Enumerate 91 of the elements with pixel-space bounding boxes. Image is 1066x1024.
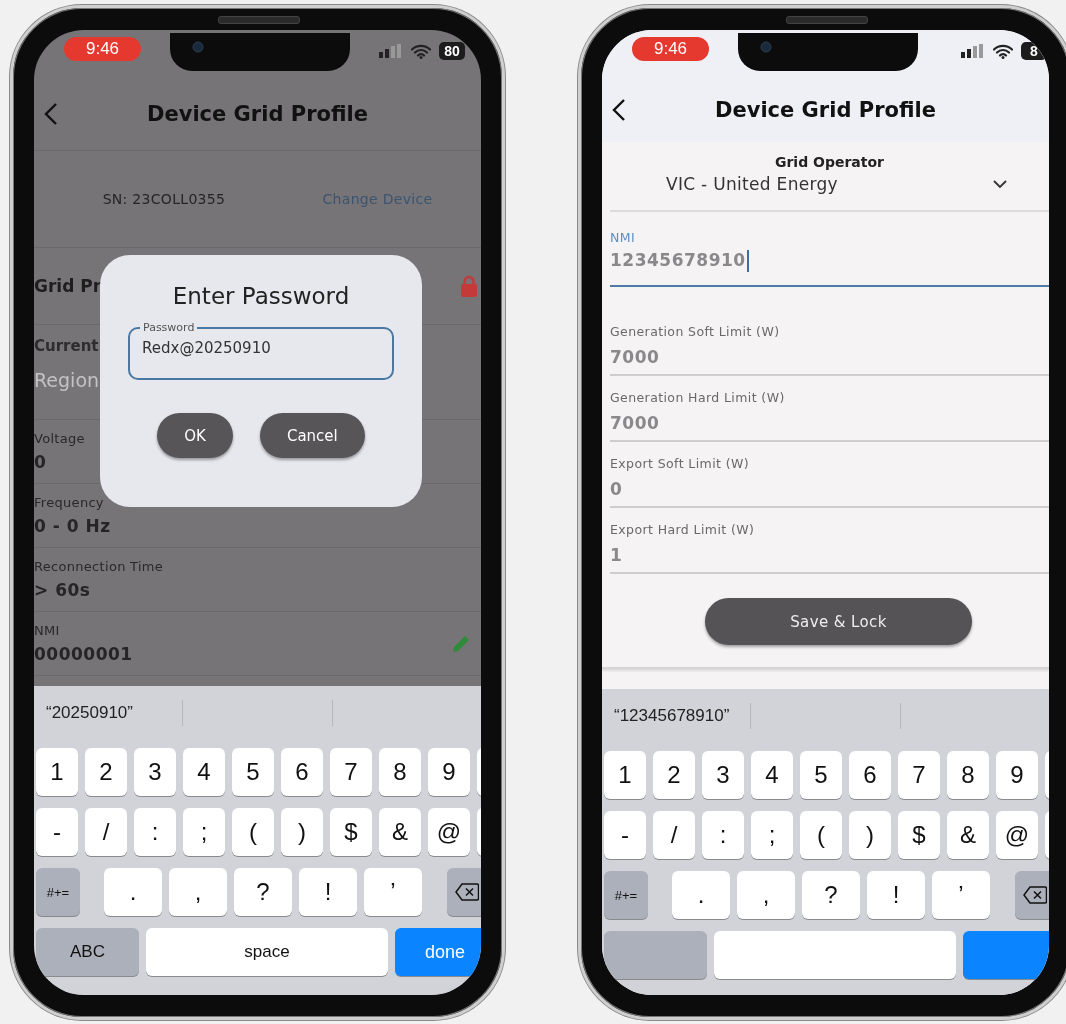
field-value: 0 - 0 Hz [34, 516, 111, 536]
keyboard-key[interactable]: : [134, 808, 176, 856]
keyboard-key[interactable]: & [379, 808, 421, 856]
status-time: 9:46 [632, 37, 709, 61]
chevron-left-icon [44, 102, 58, 126]
keyboard-key[interactable]: 2 [653, 751, 695, 799]
keyboard-key[interactable]: ) [281, 808, 323, 856]
keyboard-key[interactable]: ’ [364, 868, 422, 916]
battery-level: 80 [439, 42, 465, 60]
keyboard-key[interactable]: ABC [36, 928, 139, 976]
done-key[interactable] [963, 931, 1049, 979]
chevron-left-icon [612, 98, 626, 122]
keyboard-key[interactable]: 9 [996, 751, 1038, 799]
keyboard-key[interactable]: 9 [428, 748, 470, 796]
wifi-icon [993, 43, 1013, 59]
keyboard-key[interactable]: 1 [604, 751, 646, 799]
keyboard-key[interactable]: , [169, 868, 227, 916]
ok-button[interactable]: OK [157, 413, 233, 458]
keyboard-key[interactable]: ; [751, 811, 793, 859]
screen-title: Device Grid Profile [147, 102, 368, 126]
keyboard-key[interactable]: 4 [751, 751, 793, 799]
password-field[interactable]: Password Redx@20250910 [128, 321, 394, 380]
keyboard-key[interactable]: 6 [849, 751, 891, 799]
camera-icon [192, 41, 204, 53]
field-label: Current [34, 337, 99, 355]
keyboard-key[interactable]: / [85, 808, 127, 856]
keyboard-key[interactable]: ( [800, 811, 842, 859]
backspace-icon [455, 883, 479, 901]
keyboard-key[interactable]: ( [232, 808, 274, 856]
keyboard-key[interactable]: . [672, 871, 730, 919]
backspace-icon [1023, 886, 1047, 904]
keyboard-key[interactable]: ! [867, 871, 925, 919]
dialog-title: Enter Password [172, 283, 350, 309]
keyboard-key[interactable]: 8 [379, 748, 421, 796]
keyboard-key[interactable]: 7 [898, 751, 940, 799]
keyboard-key[interactable]: 8 [947, 751, 989, 799]
keyboard-key[interactable]: $ [898, 811, 940, 859]
keyboard-key[interactable]: ? [802, 871, 860, 919]
keyboard-key[interactable]: $ [330, 808, 372, 856]
text-field[interactable]: Export Soft Limit (W) 0 [610, 442, 1049, 508]
keyboard-key[interactable]: 3 [134, 748, 176, 796]
text-field[interactable]: Export Hard Limit (W) 1 [610, 508, 1049, 574]
keyboard-key[interactable]: ; [183, 808, 225, 856]
keyboard-key[interactable]: ) [849, 811, 891, 859]
keyboard-key[interactable]: @ [996, 811, 1038, 859]
done-key[interactable]: done [395, 928, 481, 976]
keyboard-key[interactable]: 2 [85, 748, 127, 796]
camera-icon [760, 41, 772, 53]
field-value: > 60s [34, 580, 91, 600]
keyboard-key[interactable]: 3 [702, 751, 744, 799]
chevron-down-icon [993, 179, 1007, 189]
keyboard-key[interactable]: ! [299, 868, 357, 916]
grid-operator-dropdown[interactable]: VIC - United Energy [610, 170, 1049, 194]
keyboard-key[interactable]: / [653, 811, 695, 859]
keyboard-key[interactable]: ? [234, 868, 292, 916]
keyboard-key[interactable]: ’ [932, 871, 990, 919]
screen-title: Device Grid Profile [715, 98, 936, 122]
space-key[interactable]: space [146, 928, 388, 976]
keyboard-key[interactable]: 4 [183, 748, 225, 796]
signal-icon [961, 44, 985, 58]
text-field[interactable]: Generation Soft Limit (W) 7000 [610, 310, 1049, 376]
keyboard-key[interactable]: @ [428, 808, 470, 856]
keyboard-key[interactable]: , [737, 871, 795, 919]
keyboard-key[interactable]: 1 [36, 748, 78, 796]
keyboard-key[interactable]: : [702, 811, 744, 859]
field-label: Reconnection Time [34, 559, 164, 574]
field-value: 0 [34, 452, 47, 472]
signal-icon [379, 44, 403, 58]
keyboard-key[interactable]: 6 [281, 748, 323, 796]
dropdown-label: Grid Operator [774, 154, 885, 170]
keyboard-key[interactable]: 5 [800, 751, 842, 799]
suggestion-text[interactable]: “20250910” [34, 703, 183, 723]
save-lock-button[interactable]: Save & Lock [705, 598, 972, 645]
field-value: 00000001 [34, 644, 133, 664]
cancel-button[interactable]: Cancel [259, 413, 365, 458]
field-label: NMI [34, 623, 60, 638]
keyboard-key[interactable]: #+= [36, 868, 80, 916]
keyboard-key[interactable]: - [36, 808, 78, 856]
keyboard-key[interactable]: #+= [604, 871, 648, 919]
wifi-icon [411, 43, 431, 59]
serial-number: SN: 23COLL0355 [102, 191, 226, 207]
field-label: Voltage [34, 431, 85, 446]
suggestion-text[interactable]: “12345678910” [602, 706, 751, 726]
keyboard-key[interactable]: & [947, 811, 989, 859]
field-label: Frequency [34, 495, 104, 510]
keyboard-key[interactable]: - [604, 811, 646, 859]
keyboard-key[interactable]: 5 [232, 748, 274, 796]
status-time: 9:46 [64, 37, 141, 61]
text-field[interactable]: Generation Hard Limit (W) 7000 [610, 376, 1049, 442]
keyboard-key[interactable]: . [104, 868, 162, 916]
keyboard-key[interactable]: 7 [330, 748, 372, 796]
